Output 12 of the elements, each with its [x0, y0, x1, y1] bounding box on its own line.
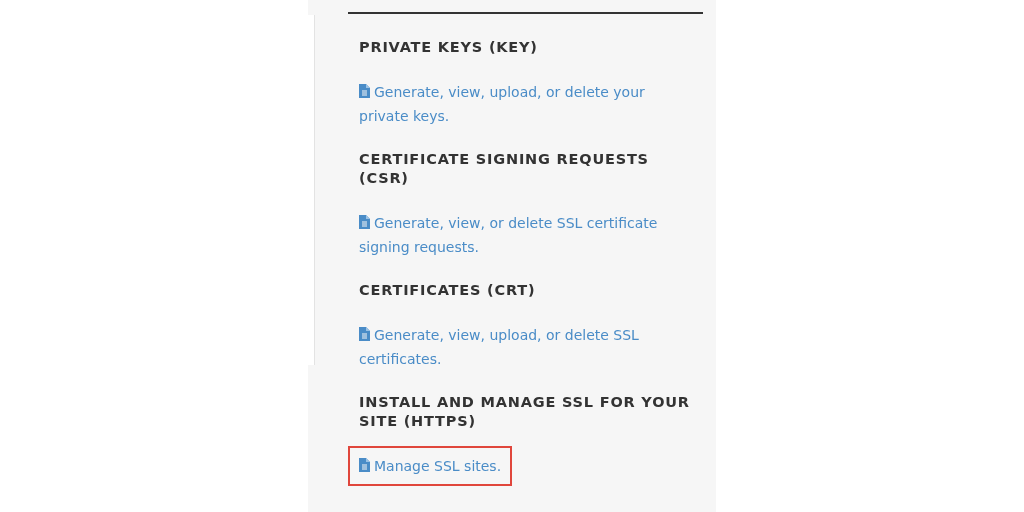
- document-icon: [359, 84, 370, 98]
- section-heading: INSTALL AND MANAGE SSL FOR YOUR SITE (HTTPS): [359, 393, 691, 431]
- section-heading: CERTIFICATES (CRT): [359, 281, 537, 300]
- section-heading: PRIVATE KEYS (KEY): [359, 38, 539, 57]
- section-link[interactable]: Manage SSL sites.: [348, 446, 513, 486]
- section-link[interactable]: Generate, view, upload, or delete your private keys.: [348, 72, 688, 136]
- section-link[interactable]: Generate, view, or delete SSL certificate signing requests.: [348, 203, 688, 267]
- document-icon: [359, 215, 370, 229]
- document-icon: [359, 458, 370, 472]
- document-icon: [359, 327, 370, 341]
- section-heading: CERTIFICATE SIGNING REQUESTS (CSR): [359, 150, 650, 188]
- section-link[interactable]: Generate, view, upload, or delete SSL certificates.: [348, 315, 688, 379]
